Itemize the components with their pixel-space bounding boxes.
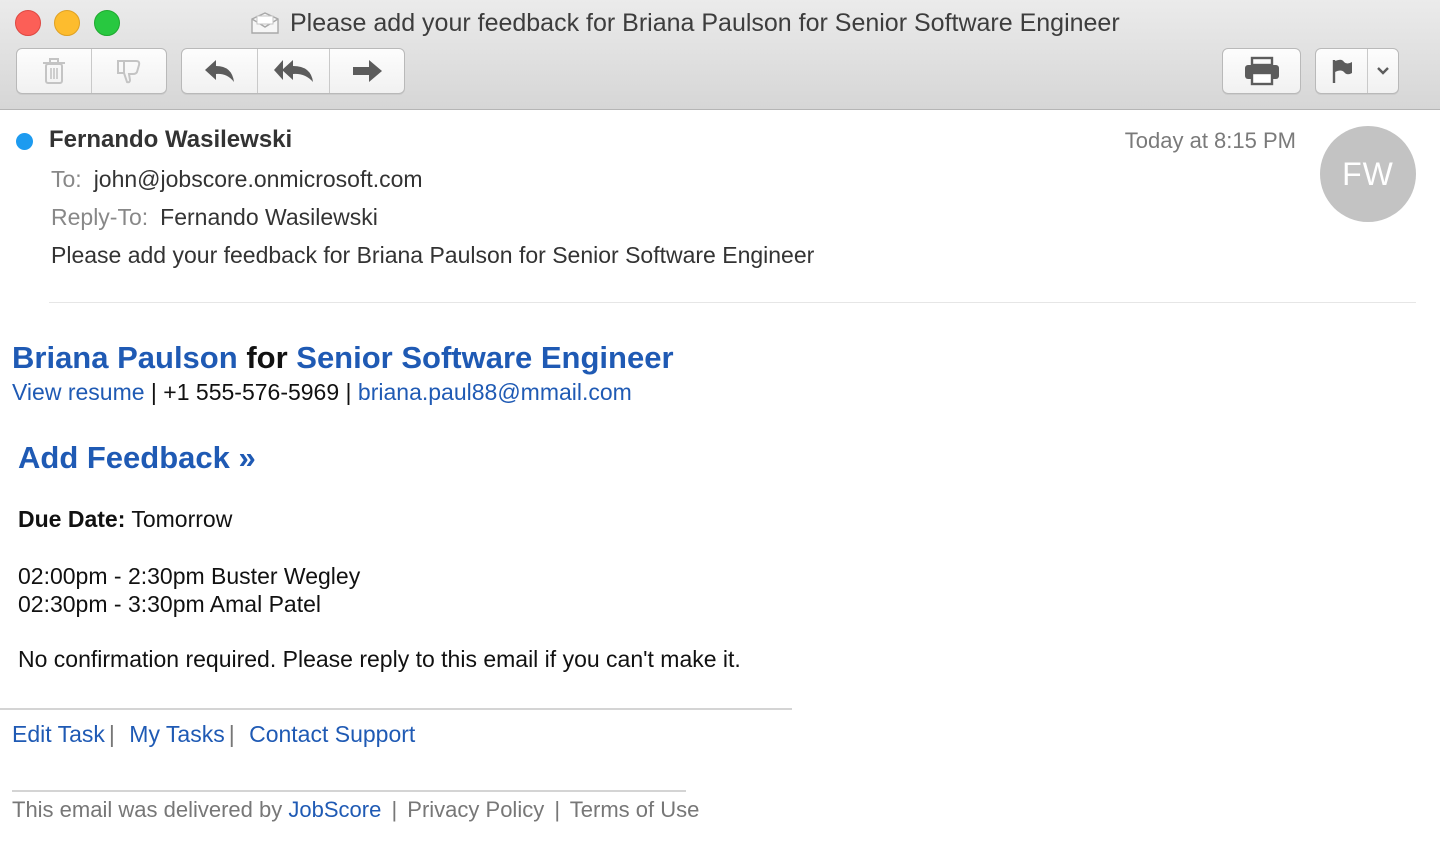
- schedule-item: 02:30pm - 3:30pm Amal Patel: [18, 591, 321, 617]
- candidate-name-link[interactable]: Briana Paulson: [12, 340, 238, 375]
- edit-task-link[interactable]: Edit Task: [12, 721, 105, 747]
- add-feedback-link[interactable]: Add Feedback »: [18, 440, 256, 476]
- flag-button[interactable]: [1316, 49, 1368, 93]
- delete-button[interactable]: [17, 49, 92, 93]
- contact-separator: |: [150, 379, 157, 405]
- for-word: for: [246, 340, 288, 375]
- close-window-button[interactable]: [15, 10, 41, 36]
- trash-icon: [43, 58, 65, 84]
- unread-indicator: [16, 133, 33, 150]
- my-tasks-link[interactable]: My Tasks: [129, 721, 224, 747]
- terms-of-use-link[interactable]: Terms of Use: [570, 797, 700, 822]
- privacy-policy-link[interactable]: Privacy Policy: [407, 797, 544, 822]
- sender-name[interactable]: Fernando Wasilewski: [49, 126, 292, 154]
- minimize-window-button[interactable]: [54, 10, 80, 36]
- junk-button[interactable]: [92, 49, 166, 93]
- delete-junk-group: [16, 48, 167, 94]
- to-line: To: john@jobscore.onmicrosoft.com: [51, 166, 423, 193]
- confirmation-note: No confirmation required. Please reply t…: [18, 646, 741, 672]
- contact-separator: |: [345, 379, 352, 405]
- zoom-window-button[interactable]: [94, 10, 120, 36]
- candidate-email-link[interactable]: briana.paul88@mmail.com: [358, 379, 632, 405]
- contact-support-link[interactable]: Contact Support: [249, 721, 415, 747]
- envelope-icon: [251, 12, 279, 34]
- candidate-heading: Briana Paulson for Senior Software Engin…: [12, 340, 674, 376]
- reply-button[interactable]: [182, 49, 258, 93]
- view-resume-link[interactable]: View resume: [12, 379, 145, 405]
- jobscore-link[interactable]: JobScore: [288, 797, 381, 822]
- body-divider: [0, 708, 792, 710]
- reply-all-icon: [273, 60, 313, 82]
- reply-to-line: Reply-To: Fernando Wasilewski: [51, 204, 378, 231]
- window-title-text: Please add your feedback for Briana Paul…: [290, 8, 1120, 37]
- footer-links: Edit Task | My Tasks | Contact Support: [12, 721, 415, 748]
- interview-schedule: 02:00pm - 2:30pm Buster Wegley 02:30pm -…: [18, 562, 360, 618]
- footer-separator: |: [554, 797, 561, 822]
- window-title: Please add your feedback for Briana Paul…: [250, 6, 1120, 40]
- reply-icon: [204, 60, 234, 82]
- forward-button[interactable]: [330, 49, 404, 93]
- header-divider: [49, 302, 1416, 303]
- message-date: Today at 8:15 PM: [1124, 128, 1296, 153]
- candidate-contact-line: View resume | +1 555-576-5969 | briana.p…: [12, 379, 632, 406]
- footer-separator: |: [228, 721, 235, 747]
- flag-group: [1315, 48, 1399, 94]
- reply-group: [181, 48, 405, 94]
- delivery-notice: This email was delivered by JobScore | P…: [12, 797, 699, 823]
- footer-divider: [12, 790, 686, 792]
- print-icon: [1244, 56, 1279, 86]
- message-subject: Please add your feedback for Briana Paul…: [51, 242, 815, 268]
- schedule-item: 02:00pm - 2:30pm Buster Wegley: [18, 563, 361, 589]
- window-titlebar: Please add your feedback for Briana Paul…: [0, 0, 1440, 110]
- junk-icon: [117, 60, 141, 84]
- footer-separator: |: [108, 721, 115, 747]
- reply-to-address[interactable]: Fernando Wasilewski: [160, 204, 378, 230]
- forward-icon: [353, 60, 382, 82]
- sender-avatar: FW: [1320, 126, 1416, 222]
- reply-to-label: Reply-To:: [51, 204, 149, 230]
- candidate-phone: +1 555-576-5969: [163, 379, 340, 405]
- flag-menu-button[interactable]: [1368, 49, 1398, 93]
- delivered-prefix: This email was delivered by: [12, 797, 283, 822]
- due-date-line: Due Date: Tomorrow: [18, 506, 232, 533]
- print-group: [1222, 48, 1301, 94]
- to-label: To:: [51, 166, 82, 192]
- print-button[interactable]: [1223, 49, 1300, 93]
- footer-separator: |: [391, 797, 398, 822]
- position-link[interactable]: Senior Software Engineer: [296, 340, 673, 375]
- flag-icon: [1332, 59, 1352, 83]
- chevron-down-icon: [1377, 67, 1389, 75]
- reply-all-button[interactable]: [258, 49, 330, 93]
- due-date-value: Tomorrow: [131, 506, 233, 532]
- to-address[interactable]: john@jobscore.onmicrosoft.com: [94, 166, 423, 192]
- due-date-label: Due Date:: [18, 506, 126, 532]
